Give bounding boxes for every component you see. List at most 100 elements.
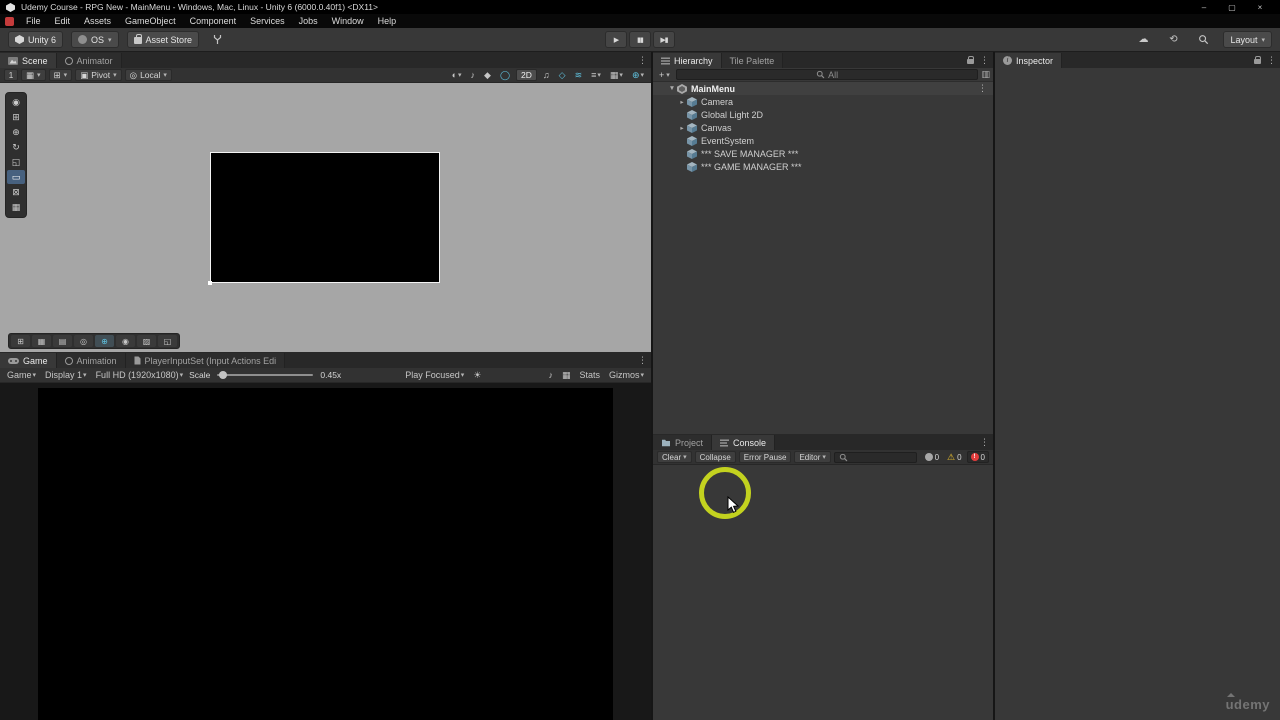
tab-tile-palette[interactable]: Tile Palette	[721, 53, 784, 68]
mute-audio-toggle[interactable]: ♪	[545, 369, 556, 381]
warning-count-toggle[interactable]: ⚠ 0	[944, 451, 965, 463]
move-tool-button[interactable]: ⊞	[7, 110, 25, 124]
tab-project[interactable]: Project	[653, 435, 713, 450]
game-gizmos-dropdown[interactable]: Gizmos ▾	[606, 369, 647, 381]
tab-game[interactable]: Game	[0, 353, 57, 368]
metrics-toggle[interactable]: ▦	[559, 369, 574, 381]
custom-tool-button[interactable]: ⊠	[7, 185, 25, 199]
hierarchy-item-camera[interactable]: ▸ Camera	[653, 95, 993, 108]
scene-visibility-icon[interactable]: ▥	[981, 69, 990, 80]
play-focused-dropdown[interactable]: Play Focused ▾	[402, 369, 467, 381]
tab-console[interactable]: Console	[712, 435, 776, 450]
view-tool-button[interactable]: ◉	[7, 95, 25, 109]
lock-icon[interactable]	[1254, 55, 1261, 64]
pivot-toggle-button[interactable]: ▣ Pivot ▾	[75, 69, 122, 81]
scene-fx-toggle[interactable]: ◆	[481, 69, 494, 81]
scale-tool-button[interactable]: ↻	[7, 140, 25, 154]
menu-component[interactable]: Component	[183, 16, 244, 26]
step-button[interactable]: ▶▮	[653, 31, 675, 48]
menu-assets[interactable]: Assets	[77, 16, 118, 26]
scale-slider[interactable]	[217, 371, 314, 379]
asset-store-button[interactable]: Asset Store	[126, 31, 200, 48]
menu-file[interactable]: File	[19, 16, 48, 26]
tile-brush-button[interactable]: ▤	[53, 335, 72, 347]
account-button[interactable]: OS ▾	[71, 31, 119, 48]
create-object-button[interactable]: + ▾	[656, 69, 673, 80]
play-button[interactable]: ▶	[605, 31, 627, 48]
hierarchy-item-canvas[interactable]: ▸ Canvas	[653, 121, 993, 134]
snap-increment-dropdown[interactable]: ⊞ ▾	[48, 69, 73, 81]
shading-mode-dropdown[interactable]: ◐ ▾	[449, 69, 465, 81]
panel-menu-icon[interactable]: ⋮	[638, 355, 647, 366]
tile-transform-button[interactable]: ◱	[158, 335, 177, 347]
collapse-toggle[interactable]: Collapse	[694, 451, 736, 463]
undo-history-icon[interactable]: ⟲	[1163, 31, 1183, 48]
menu-help[interactable]: Help	[371, 16, 404, 26]
menu-services[interactable]: Services	[243, 16, 292, 26]
clear-button[interactable]: Clear ▾	[657, 451, 692, 463]
grid-snap-dropdown[interactable]: ▦ ▾	[21, 69, 46, 81]
hierarchy-item-eventsystem[interactable]: EventSystem	[653, 134, 993, 147]
handle-orientation-button[interactable]: ◎ Local ▾	[124, 69, 172, 81]
gizmos-dropdown[interactable]: ⊕ ▾	[629, 69, 647, 81]
menu-edit[interactable]: Edit	[48, 16, 78, 26]
menu-jobs[interactable]: Jobs	[292, 16, 325, 26]
tab-player-input-set[interactable]: PlayerInputSet (Input Actions Edi	[125, 353, 286, 368]
transform-tool-button[interactable]: ▭	[7, 170, 25, 184]
error-count-toggle[interactable]: ! 0	[966, 451, 989, 463]
expander-icon[interactable]: ▸	[677, 124, 687, 132]
grid-tool-button[interactable]: ▦	[7, 200, 25, 214]
panel-menu-icon[interactable]: ⋮	[980, 437, 989, 448]
hierarchy-item-global-light-2d[interactable]: Global Light 2D	[653, 108, 993, 121]
stats-toggle[interactable]: Stats	[576, 369, 603, 381]
tile-picker-button[interactable]: ⊕	[95, 335, 114, 347]
mode-2d-toggle[interactable]: 2D	[516, 69, 537, 81]
tile-rect-button[interactable]: ◎	[74, 335, 93, 347]
rect-tool-button[interactable]: ◱	[7, 155, 25, 169]
scale-slider-thumb[interactable]	[219, 371, 228, 379]
error-pause-toggle[interactable]: Error Pause	[738, 451, 792, 463]
menu-gameobject[interactable]: GameObject	[118, 16, 183, 26]
tile-select-button[interactable]: ⊞	[11, 335, 30, 347]
expander-icon[interactable]: ▸	[677, 98, 687, 106]
lock-icon[interactable]	[967, 55, 974, 64]
tab-hierarchy[interactable]: Hierarchy	[653, 53, 722, 68]
hierarchy-search-input[interactable]: All	[675, 69, 979, 80]
console-log-area[interactable]	[653, 465, 993, 720]
scene-mute-toggle[interactable]: ♫	[540, 69, 553, 81]
hierarchy-item-game-manager[interactable]: *** GAME MANAGER ***	[653, 160, 993, 173]
panel-menu-icon[interactable]: ⋮	[1267, 55, 1276, 66]
tab-scene[interactable]: Scene	[0, 53, 57, 68]
scene-visibility-toggle[interactable]: ◇	[556, 69, 569, 81]
layers-dropdown[interactable]: ≡ ▾	[588, 69, 604, 81]
scene-lighting-toggle[interactable]: ◯	[497, 69, 513, 81]
version-control-icon[interactable]	[207, 31, 227, 48]
camera-bounds-frame[interactable]	[208, 152, 440, 285]
minimize-button[interactable]: –	[1190, 3, 1218, 12]
expander-icon[interactable]: ▼	[667, 85, 677, 92]
tile-fill-button[interactable]: ▨	[137, 335, 156, 347]
panel-menu-icon[interactable]: ⋮	[638, 55, 647, 66]
tab-inspector[interactable]: i Inspector	[995, 53, 1063, 68]
panel-menu-icon[interactable]: ⋮	[980, 55, 989, 66]
cloud-icon[interactable]: ☁	[1133, 31, 1153, 48]
scene-grid-toggle[interactable]: ≋	[572, 69, 586, 81]
game-view-mode-dropdown[interactable]: Game ▾	[4, 369, 39, 381]
tab-animation[interactable]: Animation	[56, 353, 126, 368]
tab-animator[interactable]: Animator	[56, 53, 122, 68]
tile-erase-button[interactable]: ◉	[116, 335, 135, 347]
scene-audio-toggle[interactable]: ♪	[468, 69, 479, 81]
console-search-input[interactable]	[833, 451, 917, 463]
log-count-toggle[interactable]: 0	[922, 451, 942, 463]
layout-dropdown[interactable]: Layout ▾	[1223, 31, 1272, 48]
hierarchy-item-save-manager[interactable]: *** SAVE MANAGER ***	[653, 147, 993, 160]
display-dropdown[interactable]: Display 1 ▾	[42, 369, 90, 381]
close-button[interactable]: ×	[1246, 3, 1274, 12]
tile-move-button[interactable]: ▦	[32, 335, 51, 347]
search-icon[interactable]	[1193, 31, 1213, 48]
vsync-toggle[interactable]: ☀	[470, 369, 484, 381]
pause-button[interactable]: ▮▮	[629, 31, 651, 48]
item-menu-icon[interactable]: ⋮	[978, 83, 987, 94]
editor-dropdown[interactable]: Editor ▾	[794, 451, 831, 463]
grid-size-field[interactable]: 1	[4, 69, 18, 81]
